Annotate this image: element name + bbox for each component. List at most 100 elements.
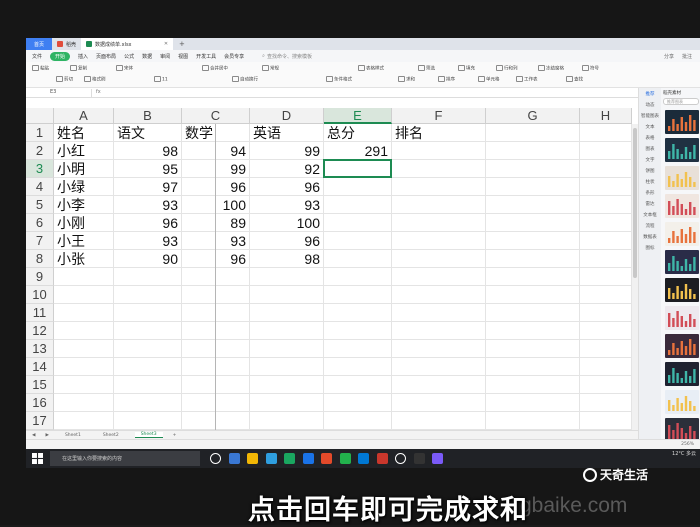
template-thumbnail[interactable]: [665, 306, 699, 330]
close-icon[interactable]: ✕: [164, 41, 168, 47]
table-cell[interactable]: [486, 268, 580, 286]
table-cell[interactable]: 小张: [54, 250, 114, 268]
table-cell[interactable]: [486, 412, 580, 430]
task-pane-nav-item[interactable]: 表格: [639, 132, 661, 143]
table-cell[interactable]: [392, 160, 486, 178]
header-cell[interactable]: 语文: [114, 124, 182, 142]
table-cell[interactable]: [486, 322, 580, 340]
row-header[interactable]: 4: [26, 178, 54, 196]
ribbon-button[interactable]: 剪切: [56, 76, 73, 83]
ribbon-button[interactable]: 格式刷: [84, 76, 106, 83]
ribbon-button[interactable]: 粘贴: [32, 65, 49, 72]
task-pane-nav-item[interactable]: 柱状: [639, 176, 661, 187]
table-cell[interactable]: [182, 340, 250, 358]
ribbon-button[interactable]: 求和: [398, 76, 415, 83]
table-cell[interactable]: [486, 394, 580, 412]
table-cell[interactable]: [486, 196, 580, 214]
table-cell[interactable]: [182, 268, 250, 286]
table-cell[interactable]: [580, 304, 632, 322]
table-cell[interactable]: [324, 214, 392, 232]
table-cell[interactable]: [392, 304, 486, 322]
table-cell[interactable]: 94: [182, 142, 250, 160]
table-cell[interactable]: [580, 250, 632, 268]
ribbon-button[interactable]: 自动换行: [232, 76, 258, 83]
ribbon-button[interactable]: 填充: [458, 65, 475, 72]
table-cell[interactable]: [486, 232, 580, 250]
taskbar-app-icon[interactable]: [358, 453, 369, 464]
table-cell[interactable]: 100: [182, 196, 250, 214]
table-cell[interactable]: [250, 304, 324, 322]
table-cell[interactable]: [250, 412, 324, 430]
ribbon-button[interactable]: 常规: [262, 65, 279, 72]
table-cell[interactable]: 93: [182, 232, 250, 250]
tab-home[interactable]: 首页: [26, 38, 52, 50]
table-cell[interactable]: [250, 340, 324, 358]
taskbar-app-icon[interactable]: [395, 453, 406, 464]
table-cell[interactable]: [324, 232, 392, 250]
table-cell[interactable]: [324, 160, 392, 178]
table-cell[interactable]: [182, 286, 250, 304]
table-cell[interactable]: 96: [182, 178, 250, 196]
header-cell[interactable]: 英语: [250, 124, 324, 142]
table-cell[interactable]: 小明: [54, 160, 114, 178]
table-cell[interactable]: [486, 358, 580, 376]
table-cell[interactable]: [54, 376, 114, 394]
row-header[interactable]: 7: [26, 232, 54, 250]
name-box[interactable]: E3: [32, 89, 92, 97]
table-cell[interactable]: [486, 250, 580, 268]
table-cell[interactable]: [392, 214, 486, 232]
table-cell[interactable]: [580, 286, 632, 304]
table-cell[interactable]: [580, 178, 632, 196]
table-cell[interactable]: [54, 286, 114, 304]
table-cell[interactable]: [580, 268, 632, 286]
table-cell[interactable]: [392, 322, 486, 340]
task-pane-nav-item[interactable]: 雷达: [639, 198, 661, 209]
task-pane-nav-item[interactable]: 文本框: [639, 209, 661, 220]
column-header[interactable]: B: [114, 108, 182, 124]
table-cell[interactable]: 93: [114, 232, 182, 250]
table-cell[interactable]: [250, 268, 324, 286]
table-cell[interactable]: [392, 268, 486, 286]
taskbar-app-icon[interactable]: [321, 453, 332, 464]
taskbar-app-icon[interactable]: [265, 453, 277, 464]
fx-icon[interactable]: fx: [96, 89, 101, 95]
ribbon-button[interactable]: 冻结窗格: [538, 65, 564, 72]
table-cell[interactable]: 98: [250, 250, 324, 268]
table-cell[interactable]: [114, 286, 182, 304]
task-pane-nav-item[interactable]: 数据表: [639, 231, 661, 242]
table-cell[interactable]: [250, 358, 324, 376]
table-cell[interactable]: 291: [324, 142, 392, 160]
row-header[interactable]: 16: [26, 394, 54, 412]
taskbar-search-box[interactable]: 在这里输入你要搜索的内容: [50, 451, 200, 466]
windows-start-icon[interactable]: [32, 453, 43, 464]
task-pane-nav-item[interactable]: 图表: [639, 143, 661, 154]
menu-item[interactable]: 公式: [124, 53, 134, 60]
table-cell[interactable]: [54, 340, 114, 358]
task-pane-nav-item[interactable]: 饼图: [639, 165, 661, 176]
table-cell[interactable]: [580, 340, 632, 358]
ribbon-button[interactable]: 符号: [582, 65, 599, 72]
table-cell[interactable]: [250, 322, 324, 340]
tab-stencil[interactable]: 稻壳: [52, 38, 81, 50]
table-cell[interactable]: [54, 358, 114, 376]
header-cell[interactable]: [580, 124, 632, 142]
taskbar-app-icon[interactable]: [413, 453, 425, 464]
table-cell[interactable]: [580, 196, 632, 214]
table-cell[interactable]: [580, 412, 632, 430]
table-cell[interactable]: [114, 340, 182, 358]
table-cell[interactable]: [486, 160, 580, 178]
table-cell[interactable]: [114, 394, 182, 412]
table-cell[interactable]: 100: [250, 214, 324, 232]
table-cell[interactable]: 小李: [54, 196, 114, 214]
menu-item[interactable]: 页面布局: [96, 53, 116, 60]
table-cell[interactable]: [54, 322, 114, 340]
template-thumbnail[interactable]: [665, 278, 699, 302]
table-cell[interactable]: [580, 358, 632, 376]
table-cell[interactable]: [324, 376, 392, 394]
row-header[interactable]: 12: [26, 322, 54, 340]
task-pane-nav-item[interactable]: 图标: [639, 242, 661, 253]
table-cell[interactable]: [580, 142, 632, 160]
ribbon-button[interactable]: 表格样式: [358, 65, 384, 72]
ribbon-button[interactable]: 工作表: [516, 76, 538, 83]
template-thumbnail[interactable]: [665, 334, 699, 358]
